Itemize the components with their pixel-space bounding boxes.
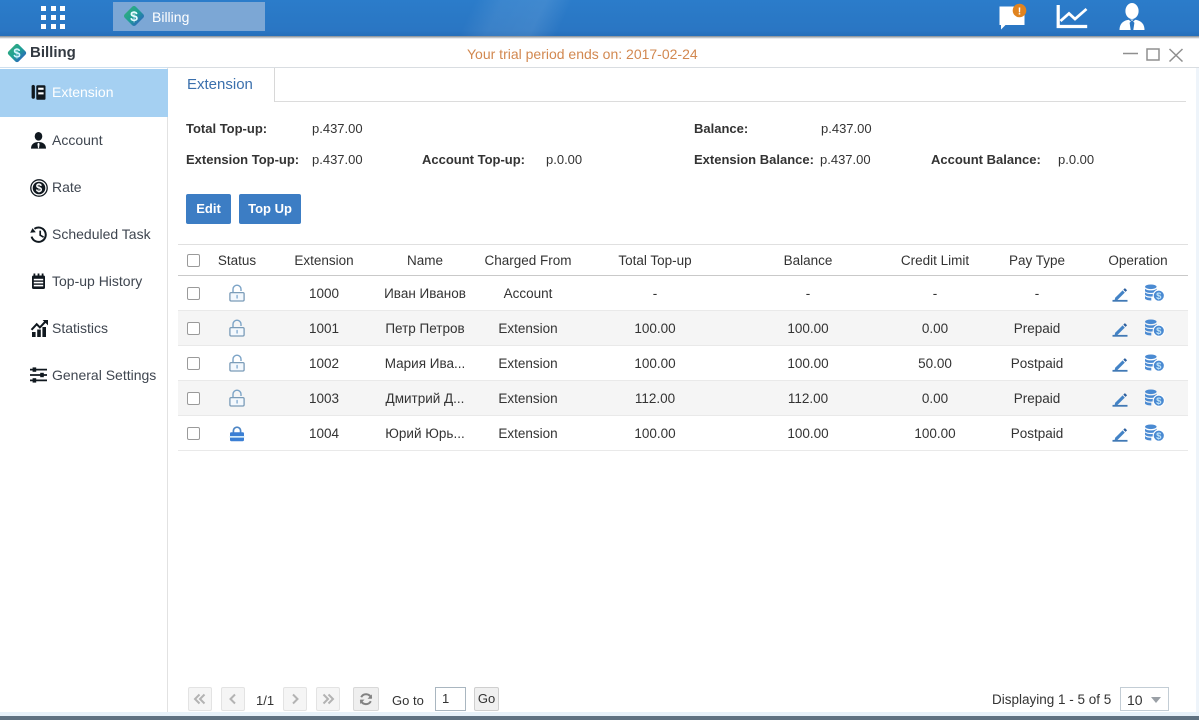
svg-text:$: $ <box>13 46 20 61</box>
svg-text:$: $ <box>1156 326 1162 337</box>
svg-text:$: $ <box>36 183 43 195</box>
svg-text:$: $ <box>1156 291 1162 302</box>
svg-text:$: $ <box>1156 396 1162 407</box>
svg-text:!: ! <box>1018 5 1022 17</box>
svg-text:$: $ <box>1156 431 1162 442</box>
svg-text:$: $ <box>130 8 138 24</box>
svg-text:$: $ <box>1156 361 1162 372</box>
